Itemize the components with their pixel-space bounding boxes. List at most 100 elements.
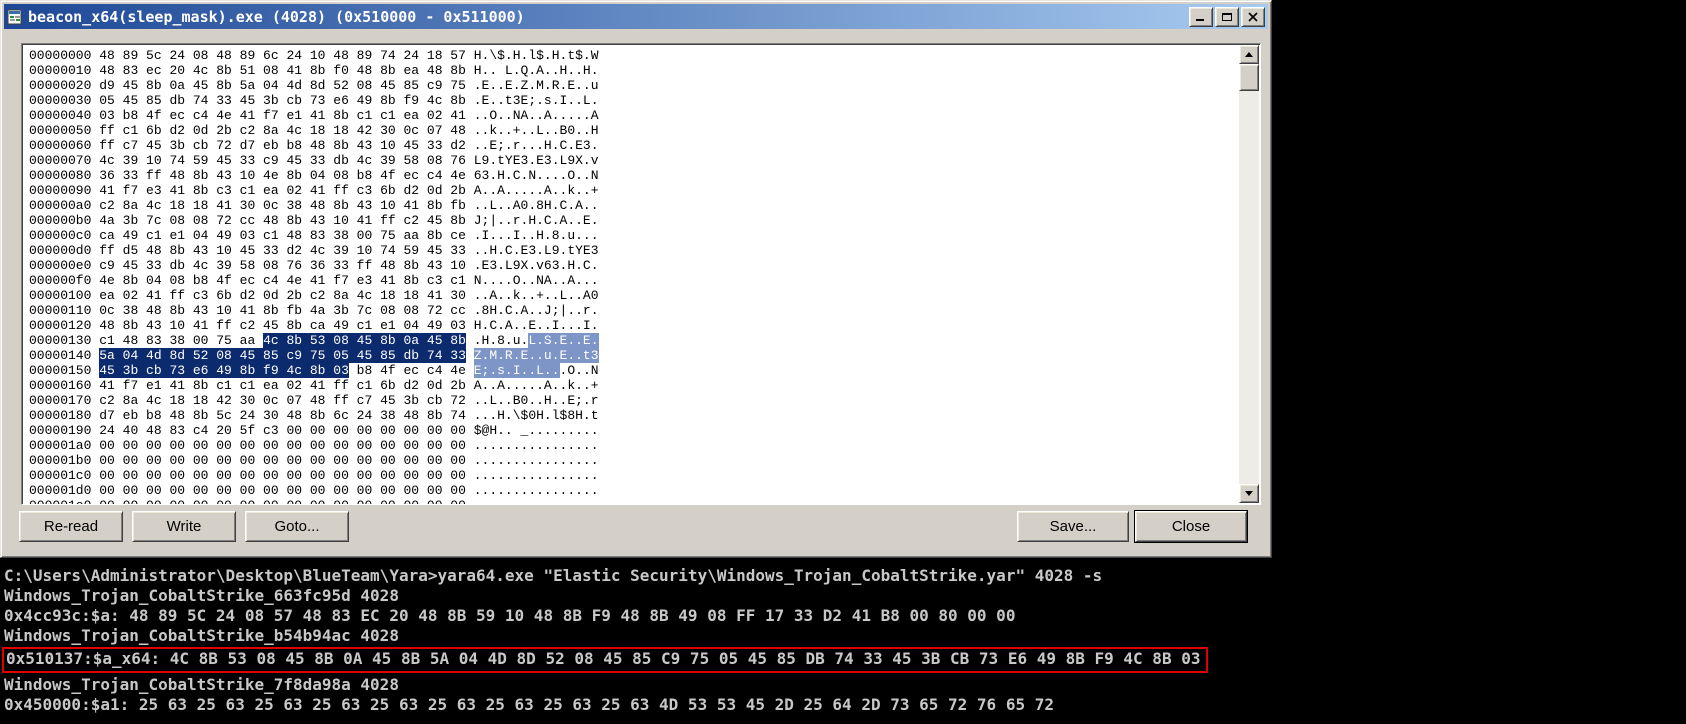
hex-row[interactable]: 00000120 48 8b 43 10 41 ff c2 45 8b ca 4… (29, 318, 599, 333)
hex-row[interactable]: 00000030 05 45 85 db 74 33 45 3b cb 73 e… (29, 93, 599, 108)
hex-bytes[interactable]: 45 3b cb 73 e6 49 8b f9 4c 8b 03 b8 4f e… (99, 363, 466, 378)
hex-row[interactable]: 000000a0 c2 8a 4c 18 18 41 30 0c 38 48 8… (29, 198, 599, 213)
hex-bytes[interactable]: d7 eb b8 48 8b 5c 24 30 48 8b 6c 24 38 4… (99, 408, 466, 423)
hex-row[interactable]: 00000160 41 f7 e1 41 8b c1 c1 ea 02 41 f… (29, 378, 599, 393)
hex-ascii[interactable]: ..L..A0.8H.C.A.. (474, 198, 599, 213)
goto-button[interactable]: Goto... (245, 511, 349, 542)
close-button[interactable] (1241, 6, 1265, 27)
hex-row[interactable]: 000001b0 00 00 00 00 00 00 00 00 00 00 0… (29, 453, 599, 468)
hex-bytes[interactable]: d9 45 8b 0a 45 8b 5a 04 4d 8d 52 08 45 8… (99, 78, 466, 93)
hex-row[interactable]: 000001d0 00 00 00 00 00 00 00 00 00 00 0… (29, 483, 599, 498)
hex-row[interactable]: 000001c0 00 00 00 00 00 00 00 00 00 00 0… (29, 468, 599, 483)
hex-row[interactable]: 00000090 41 f7 e3 41 8b c3 c1 ea 02 41 f… (29, 183, 599, 198)
hex-dump[interactable]: 00000000 48 89 5c 24 08 48 89 6c 24 10 4… (29, 48, 599, 504)
hex-bytes[interactable]: 24 40 48 83 c4 20 5f c3 00 00 00 00 00 0… (99, 423, 466, 438)
hex-ascii[interactable]: .H.8.u.L.S.E..E. (474, 333, 599, 348)
reread-button[interactable]: Re-read (19, 511, 123, 542)
hex-bytes[interactable]: ff c7 45 3b cb 72 d7 eb b8 48 8b 43 10 4… (99, 138, 466, 153)
hex-row[interactable]: 00000080 36 33 ff 48 8b 43 10 4e 8b 04 0… (29, 168, 599, 183)
hex-ascii[interactable]: L9.tYE3.E3.L9X.v (474, 153, 599, 168)
hex-bytes[interactable]: 4a 3b 7c 08 08 72 cc 48 8b 43 10 41 ff c… (99, 213, 466, 228)
hex-row[interactable]: 00000170 c2 8a 4c 18 18 42 30 0c 07 48 f… (29, 393, 599, 408)
hex-bytes[interactable]: c9 45 33 db 4c 39 58 08 76 36 33 ff 48 8… (99, 258, 466, 273)
hex-ascii[interactable]: A..A.....A..k..+ (474, 378, 599, 393)
hex-ascii[interactable]: ................ (474, 498, 599, 504)
hex-ascii[interactable]: ..E;.r...H.C.E3. (474, 138, 599, 153)
hex-row[interactable]: 00000060 ff c7 45 3b cb 72 d7 eb b8 48 8… (29, 138, 599, 153)
write-button[interactable]: Write (132, 511, 236, 542)
hex-ascii[interactable]: .8H.C.A..J;|..r. (474, 303, 599, 318)
hex-bytes[interactable]: 5a 04 4d 8d 52 08 45 85 c9 75 05 45 85 d… (99, 348, 466, 363)
hex-viewer[interactable]: 00000000 48 89 5c 24 08 48 89 6c 24 10 4… (21, 43, 1261, 505)
hex-ascii[interactable]: .I...I..H.8.u... (474, 228, 599, 243)
hex-ascii[interactable]: ................ (474, 438, 599, 453)
minimize-button[interactable] (1189, 6, 1213, 27)
hex-bytes[interactable]: 4e 8b 04 08 b8 4f ec c4 4e 41 f7 e3 41 8… (99, 273, 466, 288)
hex-row[interactable]: 00000140 5a 04 4d 8d 52 08 45 85 c9 75 0… (29, 348, 599, 363)
hex-ascii[interactable]: H.C.A..E..I...I. (474, 318, 599, 333)
hex-ascii[interactable]: N....O..NA..A... (474, 273, 599, 288)
hex-bytes[interactable]: 48 89 5c 24 08 48 89 6c 24 10 48 89 74 2… (99, 48, 466, 63)
hex-ascii[interactable]: J;|..r.H.C.A..E. (474, 213, 599, 228)
hex-ascii[interactable]: A..A.....A..k..+ (474, 183, 599, 198)
hex-ascii[interactable]: ................ (474, 453, 599, 468)
hex-bytes[interactable]: 00 00 00 00 00 00 00 00 00 00 00 00 00 0… (99, 468, 466, 483)
hex-row[interactable]: 000000e0 c9 45 33 db 4c 39 58 08 76 36 3… (29, 258, 599, 273)
hex-row[interactable]: 00000180 d7 eb b8 48 8b 5c 24 30 48 8b 6… (29, 408, 599, 423)
hex-ascii[interactable]: $@H.. _......... (474, 423, 599, 438)
scroll-up-button[interactable] (1239, 45, 1259, 64)
hex-row[interactable]: 00000070 4c 39 10 74 59 45 33 c9 45 33 d… (29, 153, 599, 168)
hex-ascii[interactable]: ..k..+..L..B0..H (474, 123, 599, 138)
hex-bytes[interactable]: 4c 39 10 74 59 45 33 c9 45 33 db 4c 39 5… (99, 153, 466, 168)
hex-bytes[interactable]: 00 00 00 00 00 00 00 00 00 00 00 00 00 0… (99, 483, 466, 498)
hex-row[interactable]: 00000100 ea 02 41 ff c3 6b d2 0d 2b c2 8… (29, 288, 599, 303)
hex-ascii[interactable]: ..A..k..+..L..A0 (474, 288, 599, 303)
hex-bytes[interactable]: ff d5 48 8b 43 10 45 33 d2 4c 39 10 74 5… (99, 243, 466, 258)
hex-row[interactable]: 00000050 ff c1 6b d2 0d 2b c2 8a 4c 18 1… (29, 123, 599, 138)
hex-ascii[interactable]: ..H.C.E3.L9.tYE3 (474, 243, 599, 258)
save-button[interactable]: Save... (1017, 511, 1129, 542)
hex-ascii[interactable]: .E3.L9X.v63.H.C. (474, 258, 599, 273)
hex-row[interactable]: 000001e0 00 00 00 00 00 00 00 00 00 00 0… (29, 498, 599, 504)
hex-row[interactable]: 00000040 03 b8 4f ec c4 4e 41 f7 e1 41 8… (29, 108, 599, 123)
hex-bytes[interactable]: 00 00 00 00 00 00 00 00 00 00 00 00 00 0… (99, 453, 466, 468)
hex-bytes[interactable]: 00 00 00 00 00 00 00 00 00 00 00 00 00 0… (99, 438, 466, 453)
hex-row[interactable]: 00000000 48 89 5c 24 08 48 89 6c 24 10 4… (29, 48, 599, 63)
hex-row[interactable]: 00000150 45 3b cb 73 e6 49 8b f9 4c 8b 0… (29, 363, 599, 378)
hex-row[interactable]: 00000110 0c 38 48 8b 43 10 41 8b fb 4a 3… (29, 303, 599, 318)
hex-row[interactable]: 000001a0 00 00 00 00 00 00 00 00 00 00 0… (29, 438, 599, 453)
hex-ascii[interactable]: .E..t3E;.s.I..L. (474, 93, 599, 108)
maximize-button[interactable] (1215, 6, 1239, 27)
hex-bytes[interactable]: 00 00 00 00 00 00 00 00 00 00 00 00 00 0… (99, 498, 466, 504)
titlebar[interactable]: beacon_x64(sleep_mask).exe (4028) (0x510… (4, 4, 1268, 29)
hex-bytes[interactable]: ea 02 41 ff c3 6b d2 0d 2b c2 8a 4c 18 1… (99, 288, 466, 303)
hex-bytes[interactable]: 03 b8 4f ec c4 4e 41 f7 e1 41 8b c1 c1 e… (99, 108, 466, 123)
hex-ascii[interactable]: ................ (474, 468, 599, 483)
hex-row[interactable]: 000000c0 ca 49 c1 e1 04 49 03 c1 48 83 3… (29, 228, 599, 243)
close-dialog-button[interactable]: Close (1135, 511, 1247, 542)
hex-bytes[interactable]: ff c1 6b d2 0d 2b c2 8a 4c 18 18 42 30 0… (99, 123, 466, 138)
hex-bytes[interactable]: ca 49 c1 e1 04 49 03 c1 48 83 38 00 75 a… (99, 228, 466, 243)
hex-bytes[interactable]: 48 83 ec 20 4c 8b 51 08 41 8b f0 48 8b e… (99, 63, 466, 78)
hex-row[interactable]: 000000d0 ff d5 48 8b 43 10 45 33 d2 4c 3… (29, 243, 599, 258)
hex-bytes[interactable]: 0c 38 48 8b 43 10 41 8b fb 4a 3b 7c 08 0… (99, 303, 466, 318)
hex-bytes[interactable]: c2 8a 4c 18 18 42 30 0c 07 48 ff c7 45 3… (99, 393, 466, 408)
hex-ascii[interactable]: 63.H.C.N....O..N (474, 168, 599, 183)
hex-row[interactable]: 000000b0 4a 3b 7c 08 08 72 cc 48 8b 43 1… (29, 213, 599, 228)
app-viewer-app-icon[interactable] (7, 9, 23, 25)
hex-bytes[interactable]: 36 33 ff 48 8b 43 10 4e 8b 04 08 b8 4f e… (99, 168, 466, 183)
hex-ascii[interactable]: .E..E.Z.M.R.E..u (474, 78, 599, 93)
hex-ascii[interactable]: Z.M.R.E..u.E..t3 (473, 348, 599, 363)
hex-row[interactable]: 00000130 c1 48 83 38 00 75 aa 4c 8b 53 0… (29, 333, 599, 348)
scroll-down-button[interactable] (1239, 484, 1259, 503)
hex-ascii[interactable]: E;.s.I..L...O..N (473, 363, 599, 378)
hex-ascii[interactable]: ..L..B0..H..E;.r (474, 393, 599, 408)
hex-ascii[interactable]: ...H.\$0H.l$8H.t (474, 408, 599, 423)
vertical-scrollbar[interactable] (1239, 45, 1259, 503)
hex-bytes[interactable]: c2 8a 4c 18 18 41 30 0c 38 48 8b 43 10 4… (99, 198, 466, 213)
hex-row[interactable]: 00000010 48 83 ec 20 4c 8b 51 08 41 8b f… (29, 63, 599, 78)
hex-row[interactable]: 00000020 d9 45 8b 0a 45 8b 5a 04 4d 8d 5… (29, 78, 599, 93)
hex-bytes[interactable]: 48 8b 43 10 41 ff c2 45 8b ca 49 c1 e1 0… (99, 318, 466, 333)
hex-bytes[interactable]: 41 f7 e1 41 8b c1 c1 ea 02 41 ff c1 6b d… (99, 378, 466, 393)
hex-ascii[interactable]: H.\$.H.l$.H.t$.W (474, 48, 599, 63)
